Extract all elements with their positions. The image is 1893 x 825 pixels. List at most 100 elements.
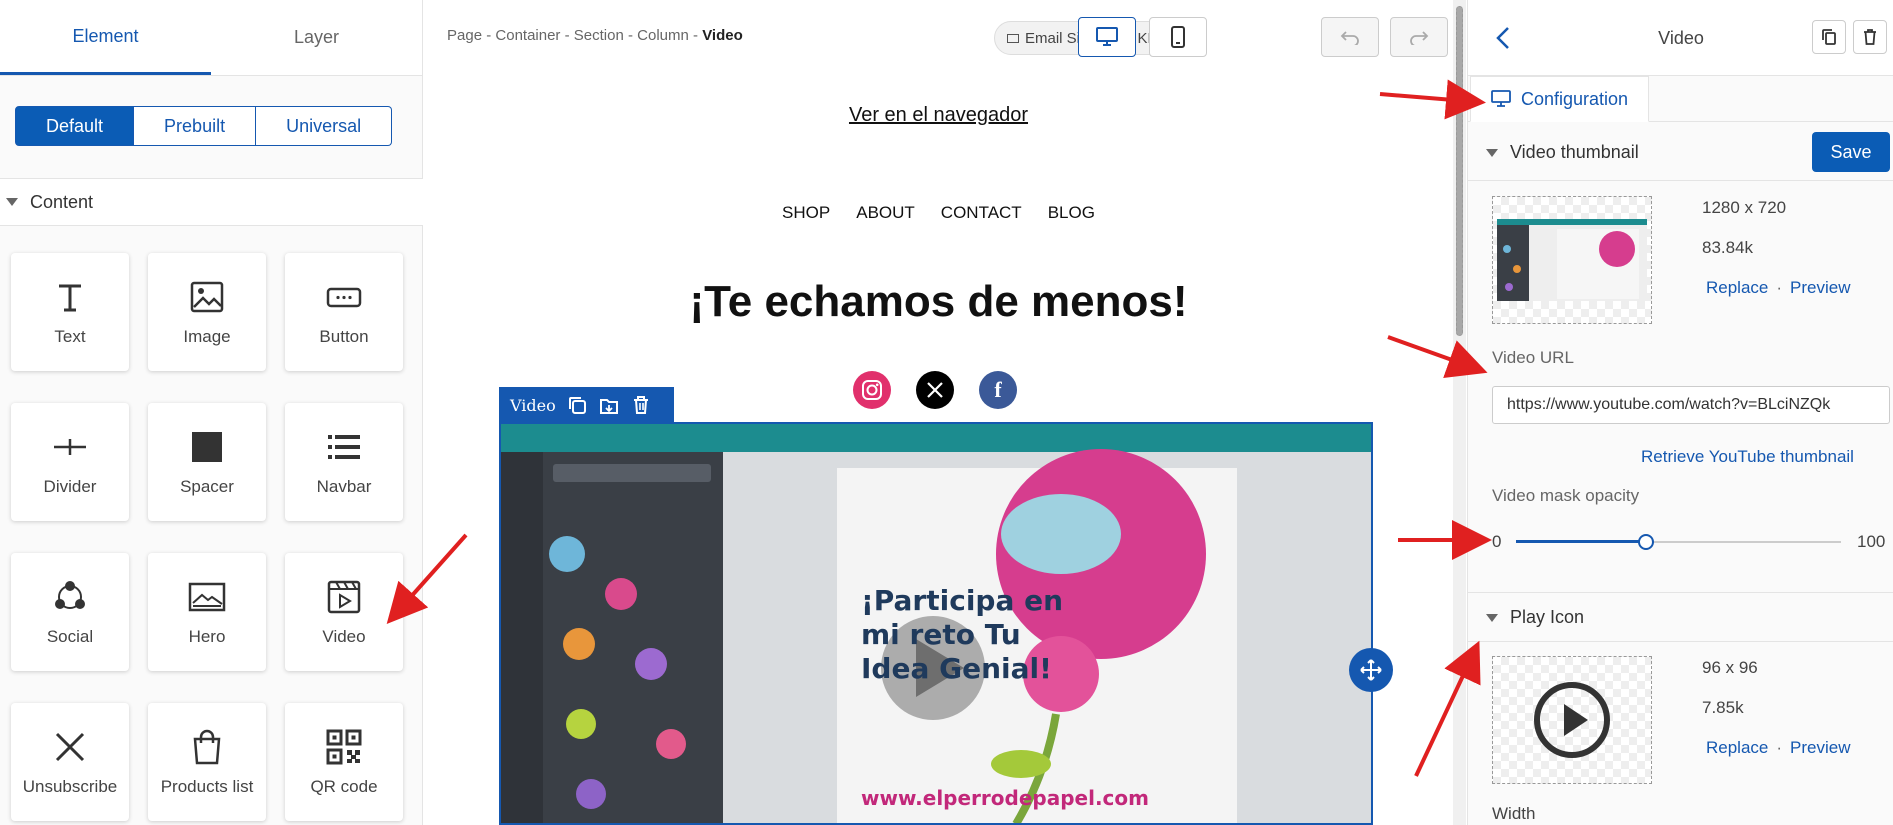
duplicate-icon — [1822, 29, 1836, 45]
breadcrumb-container[interactable]: Container — [495, 27, 560, 44]
properties-tabs: Configuration — [1468, 76, 1893, 122]
nav-blog[interactable]: BLOG — [1048, 203, 1095, 223]
trash-icon — [1864, 29, 1876, 45]
play-icon-section-header[interactable]: Play Icon — [1486, 607, 1584, 628]
element-card-button[interactable]: Button — [285, 253, 403, 371]
element-label: Image — [183, 327, 231, 346]
undo-button[interactable] — [1321, 17, 1379, 57]
breadcrumb-sep: - — [693, 27, 699, 44]
canvas-scrollbar[interactable] — [1453, 0, 1466, 825]
element-card-navbar[interactable]: Navbar — [285, 403, 403, 521]
move-handle[interactable] — [1349, 648, 1393, 692]
video-overlay-text: ¡Participa en mi reto Tu Idea Genial! — [861, 584, 1064, 685]
element-label: Text — [54, 327, 86, 346]
email-headline[interactable]: ¡Te echamos de menos! — [424, 277, 1453, 327]
section-divider — [1468, 641, 1893, 642]
save-button[interactable]: Save — [1812, 132, 1890, 172]
duplicate-icon[interactable] — [566, 394, 588, 416]
section-divider — [1468, 180, 1893, 181]
trash-icon[interactable] — [630, 394, 652, 416]
video-thumbnail-box[interactable] — [1492, 196, 1652, 324]
video-url-label: Video URL — [1492, 348, 1574, 367]
element-card-video[interactable]: Video — [285, 553, 403, 671]
navbar-icon — [328, 435, 360, 459]
section-divider — [1468, 592, 1893, 593]
element-label: QR code — [310, 777, 378, 796]
social-icon — [55, 581, 85, 609]
spacer-icon — [192, 432, 222, 462]
editor-canvas: Page - Container - Section - Column - Vi… — [424, 0, 1466, 825]
tab-configuration[interactable]: Configuration — [1470, 76, 1650, 122]
retrieve-youtube-thumbnail-link[interactable]: Retrieve YouTube thumbnail — [1641, 447, 1854, 467]
nav-contact[interactable]: CONTACT — [941, 203, 1022, 223]
mail-icon — [1007, 33, 1019, 43]
slider-fill — [1516, 540, 1646, 543]
content-section-header[interactable]: Content — [0, 178, 423, 226]
element-card-hero[interactable]: Hero — [148, 553, 266, 671]
undo-icon — [1340, 31, 1359, 45]
element-card-qr-code[interactable]: QR code — [285, 703, 403, 821]
video-thumbnail-preview[interactable]: ¡Participa en mi reto Tu Idea Genial! ww… — [499, 422, 1373, 825]
element-card-text[interactable]: Text — [11, 253, 129, 371]
properties-panel: Video Configuration Video thumbnail Save — [1467, 0, 1893, 825]
breadcrumb: Page - Container - Section - Column - Vi… — [447, 27, 743, 44]
redo-button[interactable] — [1390, 17, 1448, 57]
button-icon — [326, 287, 362, 308]
element-card-products-list[interactable]: Products list — [148, 703, 266, 821]
thumbnail-preview-image — [1497, 219, 1647, 301]
play-icon-actions: Replace · Preview — [1706, 738, 1851, 758]
thumbnail-size: 83.84k — [1702, 238, 1754, 257]
mobile-view-button[interactable] — [1149, 17, 1207, 57]
facebook-icon[interactable]: f — [979, 371, 1017, 409]
app: Element Layer Default Prebuilt Universal… — [0, 0, 1893, 825]
x-twitter-icon[interactable] — [916, 371, 954, 409]
segment-universal[interactable]: Universal — [256, 106, 393, 146]
element-card-unsubscribe[interactable]: Unsubscribe — [11, 703, 129, 821]
video-thumbnail-section-header[interactable]: Video thumbnail — [1486, 142, 1639, 163]
delete-button[interactable] — [1853, 20, 1887, 54]
element-card-social[interactable]: Social — [11, 553, 129, 671]
mobile-icon — [1171, 26, 1185, 48]
breadcrumb-section[interactable]: Section — [574, 27, 624, 44]
breadcrumb-page[interactable]: Page — [447, 27, 482, 44]
play-icon-replace-link[interactable]: Replace — [1706, 738, 1768, 757]
thumbnail-dimensions: 1280 x 720 — [1702, 198, 1787, 217]
tab-configuration-label: Configuration — [1521, 88, 1629, 109]
element-label: Products list — [160, 777, 254, 796]
slider-min: 0 — [1492, 532, 1502, 551]
video-icon — [327, 580, 361, 614]
element-card-spacer[interactable]: Spacer — [148, 403, 266, 521]
element-label: Divider — [43, 477, 97, 496]
nav-shop[interactable]: SHOP — [782, 203, 830, 223]
move-icon — [1360, 659, 1382, 681]
nav-about[interactable]: ABOUT — [856, 203, 915, 223]
slider-max: 100 — [1857, 532, 1886, 551]
segment-default[interactable]: Default — [15, 106, 135, 146]
video-url-input[interactable]: https://www.youtube.com/watch?v=BLciNZQk — [1492, 386, 1890, 424]
element-label: Spacer — [180, 477, 234, 496]
separator-dot: · — [1776, 278, 1783, 297]
play-icon-preview-link[interactable]: Preview — [1790, 738, 1850, 757]
left-tabs: Element Layer — [0, 0, 422, 76]
segment-prebuilt[interactable]: Prebuilt — [134, 106, 257, 146]
desktop-view-button[interactable] — [1078, 17, 1136, 57]
element-filter-segmented: Default Prebuilt Universal — [15, 106, 393, 146]
tab-layer[interactable]: Layer — [211, 0, 422, 75]
play-icon-box[interactable] — [1492, 656, 1652, 784]
breadcrumb-sep: - — [628, 27, 633, 44]
view-in-browser-link[interactable]: Ver en el navegador — [424, 104, 1453, 127]
thumbnail-replace-link[interactable]: Replace — [1706, 278, 1768, 297]
element-card-divider[interactable]: Divider — [11, 403, 129, 521]
thumbnail-preview-link[interactable]: Preview — [1790, 278, 1850, 297]
save-block-icon[interactable] — [598, 394, 620, 416]
element-grid: Text Image Button Divider Spacer Navbar — [11, 253, 403, 821]
breadcrumb-column[interactable]: Column — [637, 27, 689, 44]
left-panel: Element Layer Default Prebuilt Universal… — [0, 0, 423, 825]
instagram-icon[interactable] — [853, 371, 891, 409]
hero-icon — [188, 582, 226, 612]
tab-element[interactable]: Element — [0, 0, 211, 75]
slider-handle[interactable] — [1638, 534, 1654, 550]
element-card-image[interactable]: Image — [148, 253, 266, 371]
video-mask-opacity-slider[interactable]: 0 100 — [1492, 530, 1890, 554]
duplicate-button[interactable] — [1812, 20, 1846, 54]
